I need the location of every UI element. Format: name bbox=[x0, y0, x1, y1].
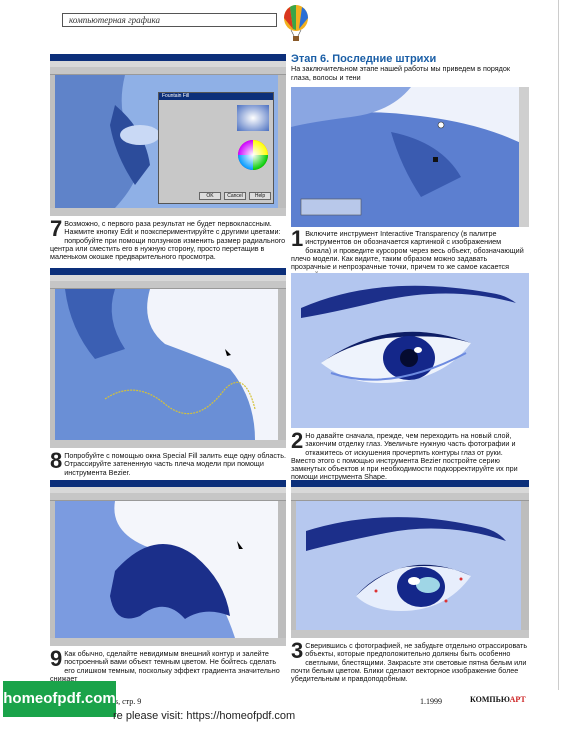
photo-canvas bbox=[291, 273, 529, 428]
caption-number: 9 bbox=[50, 646, 63, 671]
caption-8: 8 Попробуйте с помощью окна Special Fill … bbox=[50, 448, 286, 477]
margin-rule bbox=[558, 0, 559, 690]
screenshot-dark-fill bbox=[50, 480, 286, 646]
color-palette bbox=[278, 501, 286, 638]
help-button[interactable]: Help bbox=[249, 192, 271, 200]
caption-number: 1 bbox=[291, 226, 304, 251]
caption-number: 8 bbox=[50, 448, 63, 473]
screenshot-eye-vector bbox=[291, 480, 529, 638]
caption-text: Как обычно, сделайте невидимым внешний к… bbox=[50, 649, 280, 683]
logo-accent: АРТ bbox=[509, 695, 526, 704]
status-bar bbox=[291, 630, 529, 638]
caption-number: 7 bbox=[50, 216, 63, 241]
photo-canvas bbox=[291, 87, 529, 227]
toolbar bbox=[50, 281, 286, 289]
status-bar bbox=[50, 208, 286, 216]
caption-number: 2 bbox=[291, 428, 304, 453]
ok-button[interactable]: OK bbox=[199, 192, 221, 200]
status-bar bbox=[50, 440, 286, 448]
caption-text: Попробуйте с помощью окна Special Fill з… bbox=[64, 451, 286, 477]
gradient-preview[interactable] bbox=[237, 105, 269, 131]
caption-text: Включите инструмент Interactive Transpar… bbox=[291, 229, 524, 279]
caption-text: Сверившись с фотографией, не забудьте от… bbox=[291, 641, 528, 684]
section-label: компьютерная графика bbox=[62, 13, 277, 27]
color-palette bbox=[278, 289, 286, 440]
promo-badge[interactable]: homeofpdf.com bbox=[3, 681, 116, 717]
screenshot-shoulder-transparency bbox=[291, 87, 529, 227]
window-titlebar bbox=[50, 54, 286, 61]
photo-eye bbox=[291, 273, 529, 428]
caption-r2: 2 Но давайте сначала, прежде, чем переход… bbox=[291, 428, 529, 482]
photo-canvas bbox=[55, 501, 278, 638]
cancel-button[interactable]: Cancel bbox=[224, 192, 246, 200]
status-bar bbox=[50, 638, 286, 646]
balloon-icon bbox=[284, 5, 308, 41]
caption-number: 3 bbox=[291, 638, 304, 663]
caption-9: 9 Как обычно, сделайте невидимым внешний … bbox=[50, 646, 286, 683]
screenshot-special-fill bbox=[50, 268, 286, 448]
caption-7: 7 Возможно, с первого раза результат не б… bbox=[50, 216, 286, 262]
footer-page-ref: s, стр. 9 bbox=[115, 697, 142, 706]
caption-text: Но давайте сначала, прежде, чем переходи… bbox=[291, 431, 518, 482]
footer-issue: 1.1999 bbox=[420, 697, 442, 706]
screenshot-fountain-fill: Fountain Fill OK Cancel Help bbox=[50, 54, 286, 216]
magazine-logo: КОМПЬЮАРТ bbox=[470, 695, 526, 704]
color-palette bbox=[521, 501, 529, 630]
stage-intro: На заключительном этапе нашей работы мы … bbox=[291, 64, 511, 82]
logo-main: КОМПЬЮ bbox=[470, 695, 510, 704]
photo-canvas bbox=[296, 501, 521, 630]
caption-text: Возможно, с первого раза результат не бу… bbox=[50, 219, 286, 262]
photo-canvas bbox=[55, 289, 278, 440]
window-titlebar bbox=[50, 480, 286, 487]
caption-r3: 3 Сверившись с фотографией, не забудьте о… bbox=[291, 638, 529, 684]
window-titlebar bbox=[50, 268, 286, 275]
dialog-title: Fountain Fill bbox=[159, 93, 273, 100]
color-palette bbox=[278, 75, 286, 208]
color-wheel-icon[interactable] bbox=[237, 139, 269, 171]
toolbar bbox=[291, 493, 529, 501]
toolbar bbox=[50, 493, 286, 501]
window-titlebar bbox=[291, 480, 529, 487]
fountain-fill-dialog[interactable]: Fountain Fill OK Cancel Help bbox=[158, 92, 274, 204]
toolbar bbox=[50, 67, 286, 75]
promo-link-text[interactable]: re please visit: https://homeofpdf.com bbox=[113, 710, 295, 722]
